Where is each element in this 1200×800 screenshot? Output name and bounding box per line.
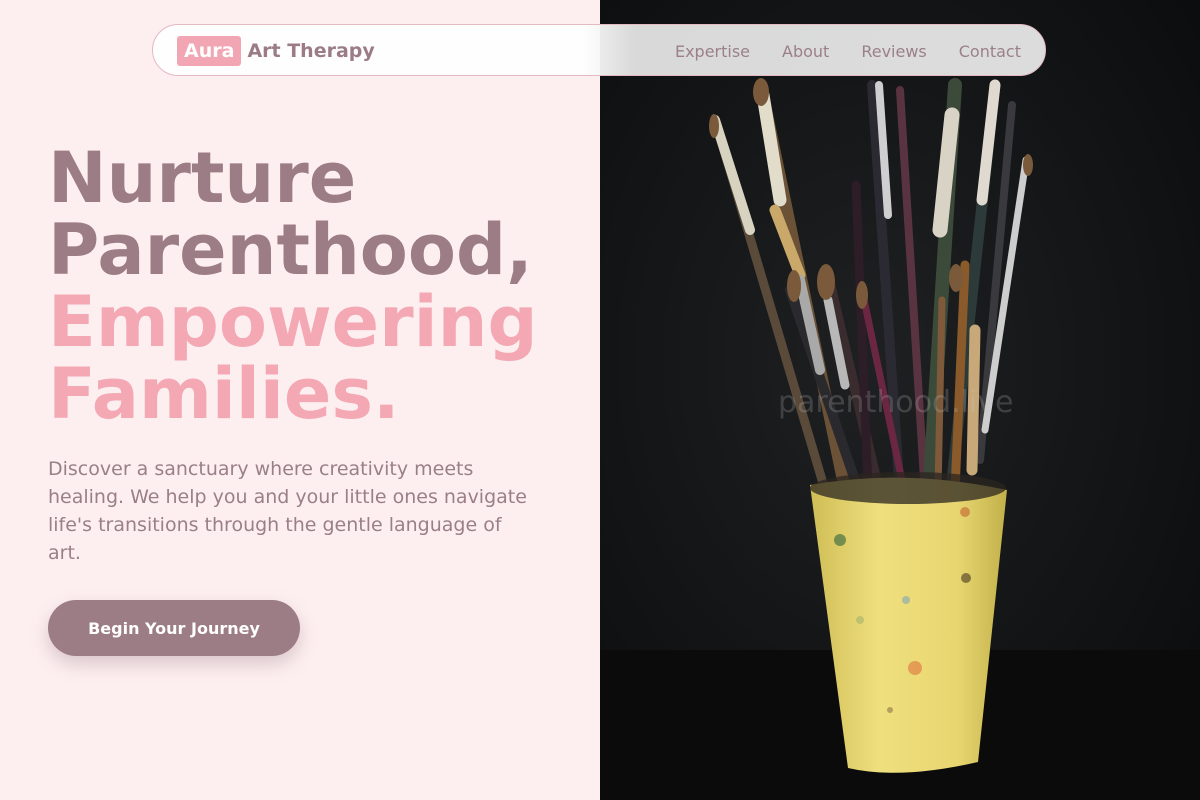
image-watermark: parenthood.live [778,385,1014,420]
headline-line-4: Families. [48,353,400,435]
nav-link-reviews[interactable]: Reviews [861,42,926,61]
logo-badge: Aura [177,36,242,66]
headline-line-2: Parenthood, [48,209,533,291]
hero-headline: Nurture Parenthood, Empowering Families. [48,142,538,430]
nav-link-expertise[interactable]: Expertise [675,42,750,61]
nav-links: Expertise About Reviews Contact [675,25,1021,77]
hero-left-pane: Nurture Parenthood, Empowering Families.… [0,0,600,800]
top-navbar: Aura Art Therapy Expertise About Reviews… [152,24,1046,76]
logo-text: Art Therapy [247,40,375,62]
begin-journey-button[interactable]: Begin Your Journey [48,600,300,656]
brand-logo[interactable]: Aura Art Therapy [177,36,375,66]
nav-link-contact[interactable]: Contact [959,42,1021,61]
headline-line-1: Nurture [48,137,357,219]
nav-link-about[interactable]: About [782,42,829,61]
hero-description: Discover a sanctuary where creativity me… [48,458,527,564]
headline-line-3: Empowering [48,281,538,363]
